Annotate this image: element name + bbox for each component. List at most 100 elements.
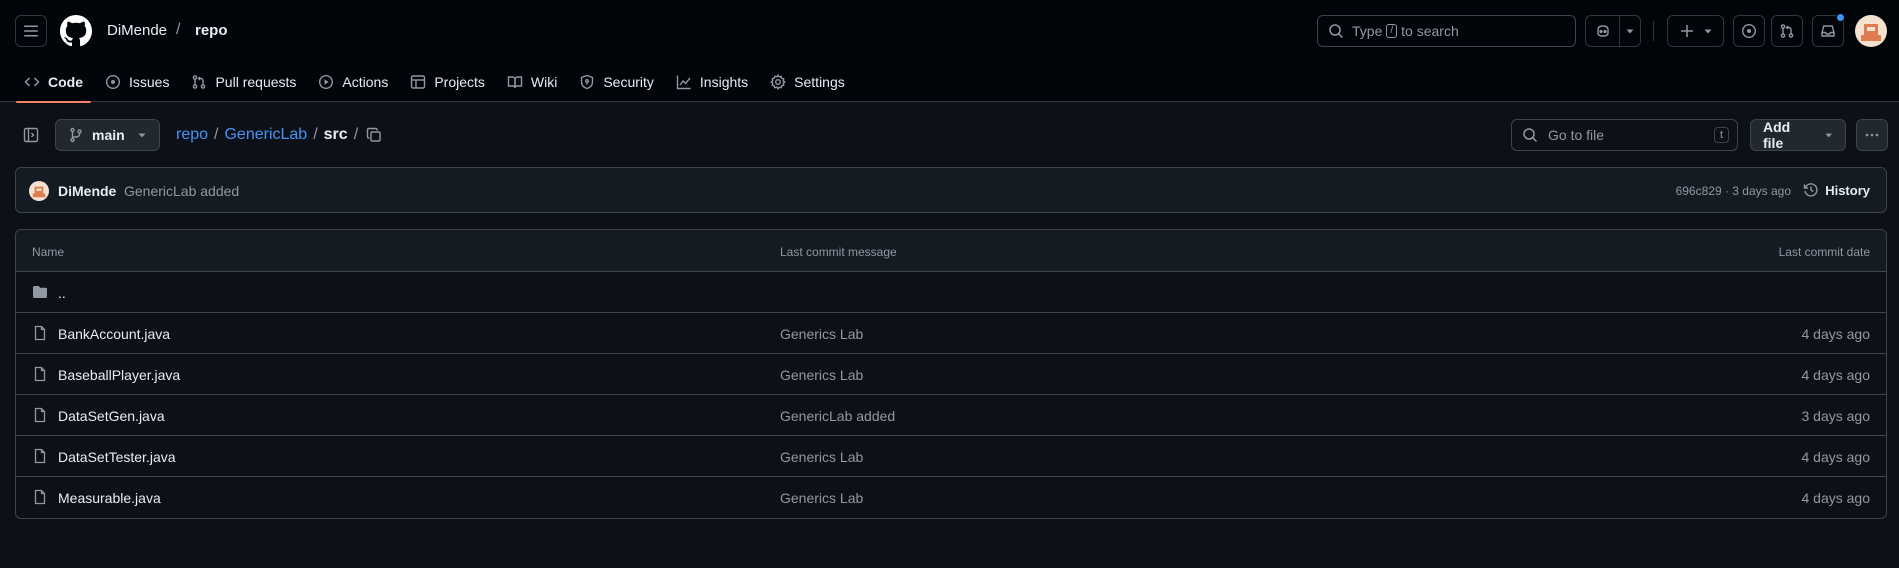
branch-selector-button[interactable]: main [55, 119, 160, 151]
tab-wiki[interactable]: Wiki [499, 62, 565, 102]
header-divider [1653, 21, 1654, 41]
history-icon [1804, 183, 1818, 197]
search-prefix: Type [1352, 23, 1383, 39]
tab-insights[interactable]: Insights [668, 62, 756, 102]
tab-label: Issues [129, 74, 170, 90]
file-commit-date: 4 days ago [1801, 326, 1871, 342]
file-commit-message-link[interactable]: Generics Lab [780, 449, 863, 465]
file-name-link[interactable]: DataSetGen.java [58, 408, 165, 424]
breadcrumb-row: main repo / GenericLab / src / Go to fil… [0, 118, 1899, 152]
user-avatar-button[interactable] [1855, 15, 1887, 47]
column-header-name: Name [32, 245, 65, 259]
file-icon [34, 448, 46, 464]
your-issues-button[interactable] [1733, 15, 1765, 47]
file-name-link[interactable]: BankAccount.java [58, 326, 170, 342]
commit-message-link[interactable]: GenericLab added [124, 183, 239, 199]
book-icon [507, 76, 523, 89]
file-commit-message-link[interactable]: Generics Lab [780, 367, 863, 383]
tab-pull-requests[interactable]: Pull requests [183, 62, 304, 102]
copilot-dropdown-button[interactable] [1620, 16, 1640, 46]
tab-label: Wiki [530, 74, 558, 90]
breadcrumb-separator: / [214, 126, 219, 143]
tab-label: Projects [434, 74, 485, 90]
table-row[interactable]: Measurable.java Generics Lab 4 days ago [16, 477, 1886, 518]
tab-label: Insights [699, 74, 749, 90]
tab-issues[interactable]: Issues [97, 62, 177, 102]
copilot-button[interactable] [1586, 16, 1620, 46]
table-row[interactable]: BaseballPlayer.java Generics Lab 4 days … [16, 354, 1886, 395]
inbox-icon [1821, 25, 1835, 37]
breadcrumb-repo-link[interactable]: repo [176, 126, 208, 144]
triangle-down-icon [1704, 29, 1711, 34]
file-name-link[interactable]: Measurable.java [58, 490, 161, 506]
sidebar-expand-icon [23, 127, 39, 143]
github-logo-icon[interactable] [60, 15, 92, 47]
breadcrumb-folder-link[interactable]: GenericLab [224, 126, 307, 144]
folder-icon [33, 286, 47, 298]
git-pull-request-icon [1780, 24, 1794, 38]
add-file-button[interactable]: Add file [1750, 119, 1846, 151]
file-name-link[interactable]: BaseballPlayer.java [58, 367, 180, 383]
copilot-icon [1596, 25, 1609, 37]
hamburger-icon [24, 25, 38, 37]
commit-author-link[interactable]: DiMende [58, 183, 116, 199]
git-branch-icon [70, 127, 82, 143]
latest-commit-bar: DiMende GenericLab added 696c829 · 3 day… [15, 167, 1887, 213]
parent-directory-row[interactable]: .. [16, 272, 1886, 313]
tab-code[interactable]: Code [16, 62, 91, 103]
go-to-file-input[interactable]: Go to file t [1511, 119, 1738, 151]
gear-icon [770, 74, 787, 90]
plus-icon [1680, 25, 1693, 37]
more-options-button[interactable] [1856, 119, 1888, 151]
copy-icon [366, 127, 381, 142]
toggle-file-tree-button[interactable] [16, 120, 46, 150]
hamburger-menu-button[interactable] [15, 15, 47, 47]
issue-opened-icon [1741, 23, 1757, 39]
repo-name-link[interactable]: repo [195, 22, 228, 39]
repo-owner-link[interactable]: DiMende [107, 22, 167, 39]
tab-label: Actions [342, 74, 389, 90]
commit-author-avatar[interactable] [29, 181, 49, 201]
history-button[interactable]: History [1803, 182, 1870, 198]
file-commit-date: 3 days ago [1801, 408, 1871, 424]
triangle-down-icon [1626, 29, 1634, 34]
copilot-button-group [1585, 15, 1641, 47]
commit-hash-and-time[interactable]: 696c829 · 3 days ago [1676, 184, 1791, 198]
file-commit-message-link[interactable]: Generics Lab [780, 326, 863, 342]
table-icon [411, 75, 426, 89]
table-row[interactable]: DataSetTester.java Generics Lab 4 days a… [16, 436, 1886, 477]
triangle-down-icon [1824, 133, 1832, 138]
table-row[interactable]: BankAccount.java Generics Lab 4 days ago [16, 313, 1886, 354]
top-bar: DiMende / repo Type / to search [0, 0, 1899, 62]
file-icon [34, 489, 46, 505]
search-icon [1523, 128, 1538, 143]
tab-settings[interactable]: Settings [762, 62, 853, 102]
branch-name: main [92, 127, 125, 143]
breadcrumb-separator: / [353, 126, 359, 143]
file-icon [34, 366, 46, 382]
file-commit-date: 4 days ago [1801, 449, 1871, 465]
global-search-input[interactable]: Type / to search [1317, 15, 1576, 47]
table-row[interactable]: DataSetGen.java GenericLab added 3 days … [16, 395, 1886, 436]
column-header-date: Last commit date [1778, 245, 1870, 259]
file-commit-message-link[interactable]: Generics Lab [780, 490, 863, 506]
tab-security[interactable]: Security [571, 62, 662, 102]
table-header: Name Last commit message Last commit dat… [16, 230, 1886, 272]
file-commit-message-link[interactable]: GenericLab added [780, 408, 895, 424]
tab-label: Code [48, 74, 83, 90]
parent-directory-link[interactable]: .. [58, 285, 66, 301]
file-name-link[interactable]: DataSetTester.java [58, 449, 176, 465]
git-pull-request-icon [193, 75, 206, 89]
tab-projects[interactable]: Projects [402, 62, 493, 102]
create-new-button[interactable] [1667, 15, 1724, 47]
file-table: Name Last commit message Last commit dat… [15, 229, 1887, 519]
file-icon [34, 407, 46, 423]
issue-opened-icon [105, 74, 121, 90]
copy-path-button[interactable] [362, 123, 386, 147]
tab-actions[interactable]: Actions [310, 62, 396, 102]
your-pull-requests-button[interactable] [1771, 15, 1803, 47]
owner-repo-separator: / [176, 21, 181, 38]
play-icon [319, 74, 334, 90]
go-to-file-placeholder: Go to file [1548, 127, 1605, 143]
kebab-horizontal-icon [1865, 133, 1879, 137]
